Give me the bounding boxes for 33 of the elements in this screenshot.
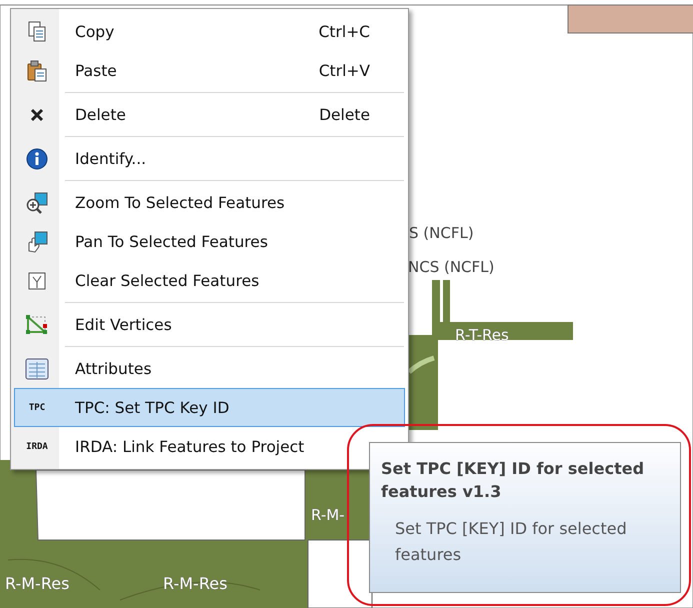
menu-item[interactable]: Edit Vertices (14, 305, 405, 344)
menu-item[interactable]: Paste Ctrl+V (14, 51, 405, 90)
menu-item[interactable]: Clear Selected Features (14, 261, 405, 300)
menu-item[interactable]: Copy Ctrl+C (14, 12, 405, 51)
menu-item[interactable]: Attributes (14, 349, 405, 388)
tooltip-title: Set TPC [KEY] ID for selected features v1.3 (381, 458, 646, 503)
menu-item[interactable]: Identify... (14, 139, 405, 178)
shortcut-label: Ctrl+V (318, 62, 370, 80)
road-line (407, 356, 435, 374)
map-label: NCS (NCFL) (408, 258, 494, 276)
info-icon (26, 148, 48, 170)
selection-icon (28, 272, 46, 290)
tooltip-text: Set TPC [KEY] ID for selected features (395, 518, 628, 566)
map-label: R-T-Res (455, 326, 509, 344)
map-label: R-M-Res (163, 574, 228, 593)
table-icon (25, 358, 49, 380)
text-icon: TPC (28, 402, 46, 412)
menu-item[interactable]: TPC TPC: Set TPC Key ID (14, 388, 405, 427)
shortcut-label: Delete (319, 106, 370, 124)
menu-item[interactable]: Zoom To Selected Features (14, 183, 405, 222)
menu-item[interactable]: Delete Delete (14, 95, 405, 134)
paste-icon (27, 60, 47, 82)
vertices-icon (25, 314, 49, 336)
shortcut-label: Ctrl+C (318, 22, 370, 40)
map-label: R-M-Res (5, 574, 70, 593)
close-icon (29, 106, 45, 122)
map-label: S (NCFL) (409, 224, 474, 242)
text-icon: IRDA (26, 442, 48, 452)
menu-item[interactable]: Pan To Selected Features (14, 222, 405, 261)
copy-icon (27, 20, 47, 42)
map-label: R-M- (311, 506, 345, 524)
zoom-icon (26, 192, 48, 214)
hand-icon (26, 230, 48, 252)
